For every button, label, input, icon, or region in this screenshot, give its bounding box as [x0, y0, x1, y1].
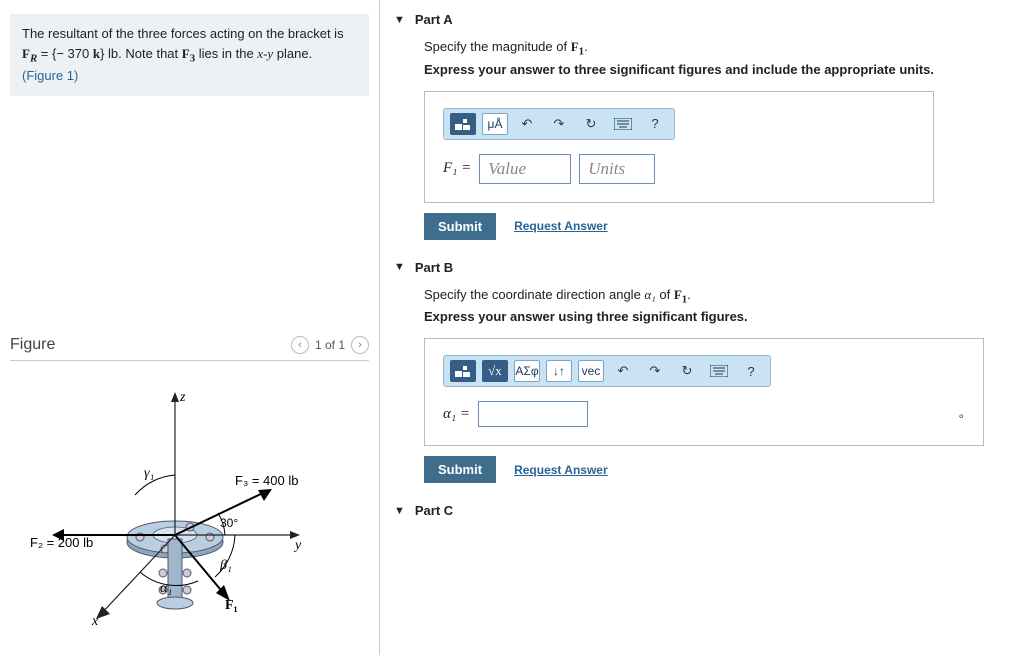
part-a-header[interactable]: ▼ Part A [394, 8, 1010, 31]
intro-unit: } lb [100, 46, 118, 61]
part-b-answer-line: α₁ = [443, 401, 965, 427]
gamma1-label: γ₁ [144, 466, 154, 481]
axis-y-label: y [293, 538, 302, 553]
caret-down-icon: ▼ [394, 261, 405, 273]
part-b-value-input[interactable] [478, 401, 588, 427]
subsup-icon[interactable]: ↓↑ [546, 360, 572, 382]
part-a-title: Part A [415, 12, 453, 27]
intro-xy: x-y [257, 46, 273, 61]
figure-next-button[interactable]: › [351, 336, 369, 354]
templates-icon[interactable] [450, 113, 476, 135]
greek-sigma-button[interactable]: ΑΣφ [514, 360, 540, 382]
alpha1-label: α₁ [160, 581, 172, 596]
figure-heading: Figure [10, 336, 55, 354]
axis-z-label: z [179, 390, 186, 405]
right-pane: ▼ Part A Specify the magnitude of F1. Ex… [380, 0, 1024, 655]
figure-pager-label: 1 of 1 [315, 338, 345, 352]
part-b-toolbar: √x ΑΣφ ↓↑ vec ↶ ↷ ↻ ? [443, 355, 771, 387]
part-b-answer-box: √x ΑΣφ ↓↑ vec ↶ ↷ ↻ ? α₁ = [424, 338, 984, 446]
intro-FR: FR [22, 46, 37, 61]
figure-diagram: z y x γ₁ β₁ α₁ 30° F₁ F₂ = 200 lb F₃ = 4… [20, 377, 360, 627]
intro-lies: lies in the [195, 46, 257, 61]
help-button[interactable]: ? [738, 360, 764, 382]
part-b-submit-button[interactable]: Submit [424, 456, 496, 483]
F2-label: F₂ = 200 lb [30, 535, 93, 550]
caret-down-icon: ▼ [394, 505, 405, 517]
figure-header: Figure ‹ 1 of 1 › [10, 336, 369, 361]
undo-icon[interactable]: ↶ [610, 360, 636, 382]
part-b-request-answer-link[interactable]: Request Answer [514, 463, 608, 477]
part-c-title: Part C [415, 503, 453, 518]
reset-icon[interactable]: ↻ [674, 360, 700, 382]
intro-F3: F3 [182, 46, 195, 61]
sqrt-x-icon[interactable]: √x [482, 360, 508, 382]
part-a-value-input[interactable]: Value [479, 154, 571, 184]
vec-button[interactable]: vec [578, 360, 604, 382]
redo-icon[interactable]: ↷ [546, 113, 572, 135]
templates-icon[interactable] [450, 360, 476, 382]
intro-k: k [93, 46, 100, 61]
intro-post1: . Note that [118, 46, 182, 61]
part-b-header[interactable]: ▼ Part B [394, 256, 1010, 279]
undo-icon[interactable]: ↶ [514, 113, 540, 135]
figure-pager: ‹ 1 of 1 › [291, 336, 369, 354]
part-a-units-input[interactable]: Units [579, 154, 655, 184]
part-c-header[interactable]: ▼ Part C [394, 499, 1010, 522]
intro-plane: plane. [273, 46, 312, 61]
part-a-prompt: Specify the magnitude of F1. [424, 39, 1010, 58]
part-a-toolbar: μÅ ↶ ↷ ↻ ? [443, 108, 675, 140]
figure-prev-button[interactable]: ‹ [291, 336, 309, 354]
part-a: ▼ Part A Specify the magnitude of F1. Ex… [394, 8, 1010, 246]
units-mu-a-button[interactable]: μÅ [482, 113, 508, 135]
F3-label: F₃ = 400 lb [235, 473, 298, 488]
part-a-submit-button[interactable]: Submit [424, 213, 496, 240]
axis-x-label: x [91, 614, 99, 627]
part-b-instr: Express your answer using three signific… [424, 309, 1010, 324]
part-a-answer-box: μÅ ↶ ↷ ↻ ? F₁ = Value Units [424, 91, 934, 203]
beta1-label: β₁ [219, 558, 232, 573]
keyboard-icon[interactable] [706, 360, 732, 382]
F1-label: F₁ [225, 598, 238, 613]
part-a-request-answer-link[interactable]: Request Answer [514, 219, 608, 233]
part-a-lhs: F₁ = [443, 160, 471, 177]
keyboard-icon[interactable] [610, 113, 636, 135]
part-a-instr: Express your answer to three significant… [424, 62, 1010, 77]
part-b-prompt: Specify the coordinate direction angle α… [424, 287, 1010, 306]
degree-symbol: ∘ [957, 409, 965, 423]
intro-eq: = {− 370 [37, 46, 93, 61]
problem-intro: The resultant of the three forces acting… [10, 14, 369, 96]
left-pane: The resultant of the three forces acting… [0, 0, 380, 655]
intro-text: The resultant of the three forces acting… [22, 26, 344, 41]
angle30-label: 30° [220, 516, 238, 530]
reset-icon[interactable]: ↻ [578, 113, 604, 135]
caret-down-icon: ▼ [394, 14, 405, 26]
help-button[interactable]: ? [642, 113, 668, 135]
part-c: ▼ Part C [394, 499, 1010, 522]
part-b-lhs: α₁ = [443, 406, 470, 423]
figure-link[interactable]: (Figure 1) [22, 68, 78, 83]
part-a-answer-line: F₁ = Value Units [443, 154, 915, 184]
part-b-title: Part B [415, 260, 453, 275]
part-b: ▼ Part B Specify the coordinate directio… [394, 256, 1010, 490]
redo-icon[interactable]: ↷ [642, 360, 668, 382]
